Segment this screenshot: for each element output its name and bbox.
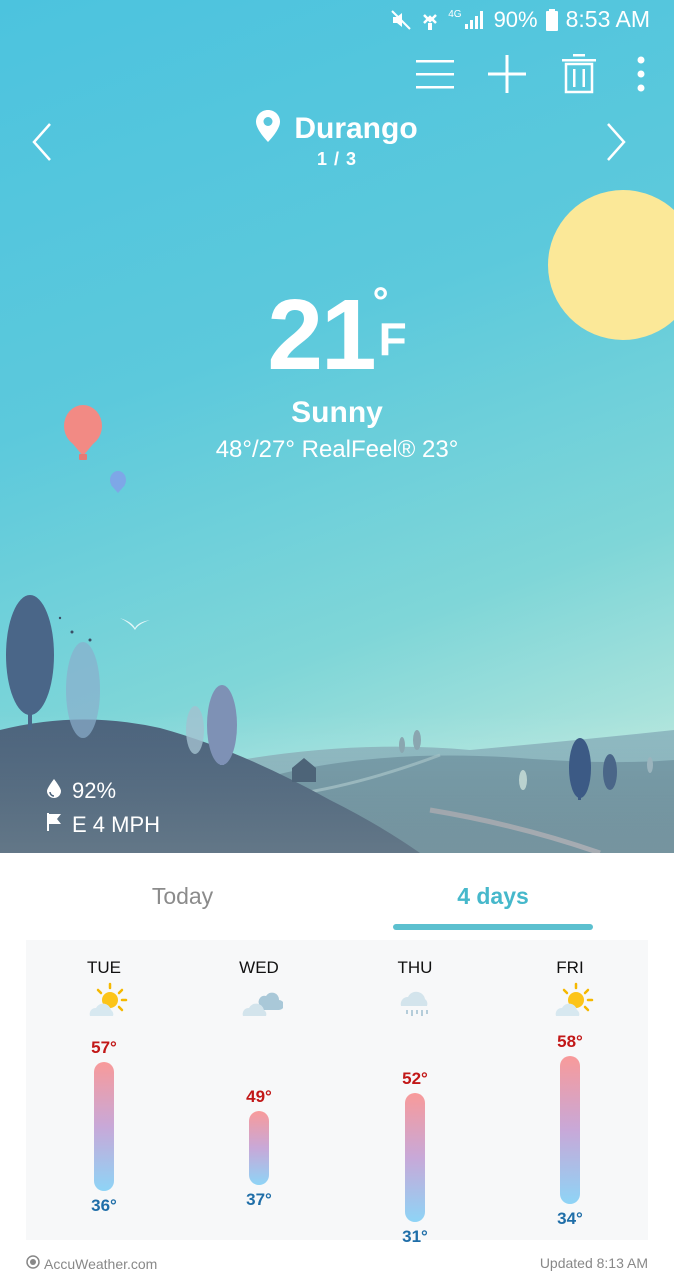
weather-stats: 92% E 4 MPH [46, 774, 160, 842]
menu-button[interactable] [410, 52, 460, 100]
brand-name: AccuWeather.com [44, 1255, 158, 1272]
wind-flag-icon [46, 812, 62, 838]
hotspot-icon [420, 9, 440, 31]
menu-icon [416, 58, 454, 95]
delete-location-button[interactable] [554, 52, 604, 100]
accuweather-link[interactable]: AccuWeather.com [26, 1255, 157, 1272]
toolbar [410, 52, 656, 100]
footer: AccuWeather.com Updated 8:13 AM [0, 1252, 674, 1279]
high-temperature: 49° [246, 1087, 272, 1107]
location-header: Durango 1 / 3 [0, 110, 674, 170]
add-location-button[interactable] [482, 52, 532, 100]
updated-time: Updated 8:13 AM [539, 1255, 648, 1271]
forecast-day-wed[interactable]: WED 49° 37° [189, 940, 329, 1240]
current-temperature: 21 ° F [0, 278, 674, 393]
partly-sunny-icon [555, 982, 594, 1016]
low-temperature: 34° [557, 1208, 583, 1228]
battery-icon [545, 8, 558, 31]
tab-4-days[interactable]: 4 days [393, 883, 593, 910]
humidity-drop-icon [46, 778, 62, 804]
city-name: Durango [294, 111, 418, 145]
high-temperature: 58° [557, 1032, 583, 1051]
more-icon [637, 56, 645, 97]
temperature-value: 21 [267, 279, 376, 391]
high-temperature: 57° [91, 1038, 117, 1058]
trash-icon [562, 53, 596, 99]
day-name: TUE [87, 958, 121, 977]
tab-selected-indicator [393, 924, 593, 930]
more-options-button[interactable] [626, 52, 656, 100]
day-name: THU [397, 958, 433, 977]
battery-percent: 90% [493, 6, 538, 32]
location-page-indicator: 1 / 3 [316, 149, 358, 169]
temperature-range-bar [560, 1056, 580, 1204]
humidity-row: 92% [46, 774, 160, 808]
hot-air-balloon-large-graphic [64, 405, 102, 460]
status-bar: 4G 90% 8:53 AM [0, 0, 674, 40]
add-icon [488, 54, 526, 98]
day-name: WED [239, 958, 279, 977]
cloudy-icon [242, 992, 283, 1016]
humidity-value: 92% [72, 778, 117, 803]
day-name: FRI [556, 958, 584, 977]
rain-icon [400, 991, 428, 1016]
hot-air-balloon-small-graphic [110, 471, 126, 493]
forecast-day-thu[interactable]: THU 52° 31° [345, 940, 485, 1246]
tab-today[interactable]: Today [110, 883, 255, 910]
low-temperature: 37° [246, 1190, 272, 1210]
network-type-label: 4G [448, 9, 462, 20]
daily-forecast: TUE 57° 36° WED 49° 37° THU 52° 31° FRI … [26, 940, 648, 1246]
high-temperature: 52° [402, 1068, 428, 1088]
weather-hero: 4G 90% 8:53 AM Durango 1 / 3 21 ° F Sunn… [0, 0, 674, 853]
wind-value: E 4 MPH [72, 812, 161, 837]
signal-icon [464, 10, 486, 30]
temperature-range-bar [249, 1111, 269, 1186]
temperature-unit: ° F [373, 280, 407, 366]
forecast-day-fri[interactable]: FRI 58° 34° [500, 940, 640, 1240]
forecast-tabs: Today 4 days [0, 853, 674, 938]
temperature-range-bar [405, 1092, 425, 1222]
degree-symbol: ° [372, 280, 389, 324]
accuweather-logo-icon [26, 1255, 40, 1272]
mute-icon [390, 9, 412, 31]
partly-sunny-icon [89, 982, 128, 1016]
forecast-day-tue[interactable]: TUE 57° 36° [34, 940, 174, 1240]
wind-row: E 4 MPH [46, 808, 160, 842]
clock: 8:53 AM [565, 6, 650, 32]
location-pin-icon [256, 110, 281, 147]
temperature-range-bar [94, 1062, 114, 1192]
low-temperature: 31° [402, 1227, 428, 1246]
low-temperature: 36° [91, 1196, 117, 1216]
